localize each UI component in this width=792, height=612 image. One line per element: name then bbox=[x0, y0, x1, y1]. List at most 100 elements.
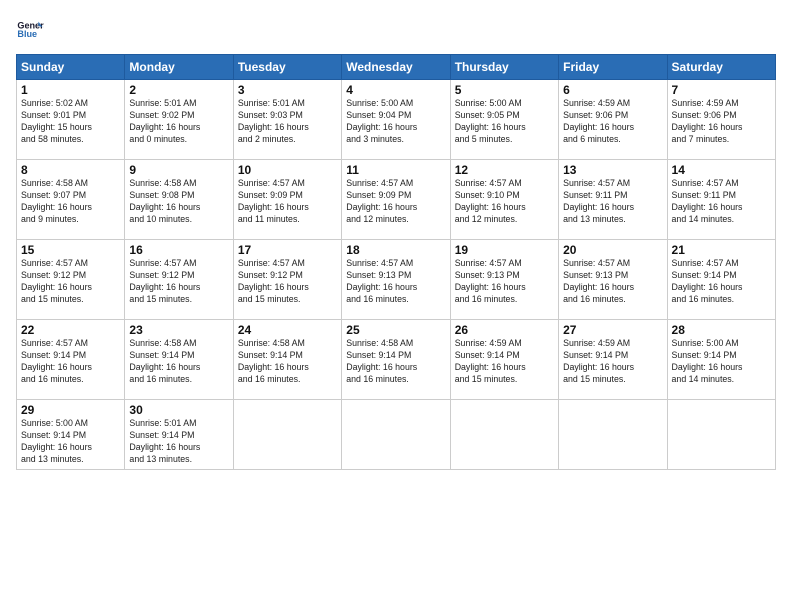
cell-day-number: 23 bbox=[129, 323, 228, 337]
calendar-cell: 20Sunrise: 4:57 AM Sunset: 9:13 PM Dayli… bbox=[559, 240, 667, 320]
cell-day-info: Sunrise: 4:57 AM Sunset: 9:09 PM Dayligh… bbox=[238, 178, 337, 226]
cell-day-info: Sunrise: 4:57 AM Sunset: 9:12 PM Dayligh… bbox=[129, 258, 228, 306]
calendar-cell: 17Sunrise: 4:57 AM Sunset: 9:12 PM Dayli… bbox=[233, 240, 341, 320]
cell-day-info: Sunrise: 5:01 AM Sunset: 9:14 PM Dayligh… bbox=[129, 418, 228, 466]
cell-day-number: 3 bbox=[238, 83, 337, 97]
weekday-header: Thursday bbox=[450, 55, 558, 80]
calendar-cell bbox=[559, 400, 667, 470]
cell-day-info: Sunrise: 4:57 AM Sunset: 9:10 PM Dayligh… bbox=[455, 178, 554, 226]
calendar-cell: 24Sunrise: 4:58 AM Sunset: 9:14 PM Dayli… bbox=[233, 320, 341, 400]
cell-day-number: 22 bbox=[21, 323, 120, 337]
calendar-cell: 27Sunrise: 4:59 AM Sunset: 9:14 PM Dayli… bbox=[559, 320, 667, 400]
weekday-header: Saturday bbox=[667, 55, 775, 80]
calendar-cell: 25Sunrise: 4:58 AM Sunset: 9:14 PM Dayli… bbox=[342, 320, 450, 400]
cell-day-number: 26 bbox=[455, 323, 554, 337]
cell-day-info: Sunrise: 4:57 AM Sunset: 9:13 PM Dayligh… bbox=[455, 258, 554, 306]
cell-day-number: 17 bbox=[238, 243, 337, 257]
cell-day-number: 6 bbox=[563, 83, 662, 97]
cell-day-info: Sunrise: 4:57 AM Sunset: 9:11 PM Dayligh… bbox=[672, 178, 771, 226]
calendar-cell: 12Sunrise: 4:57 AM Sunset: 9:10 PM Dayli… bbox=[450, 160, 558, 240]
cell-day-info: Sunrise: 4:57 AM Sunset: 9:13 PM Dayligh… bbox=[346, 258, 445, 306]
cell-day-number: 19 bbox=[455, 243, 554, 257]
calendar-cell: 30Sunrise: 5:01 AM Sunset: 9:14 PM Dayli… bbox=[125, 400, 233, 470]
cell-day-number: 10 bbox=[238, 163, 337, 177]
cell-day-number: 16 bbox=[129, 243, 228, 257]
calendar-cell: 23Sunrise: 4:58 AM Sunset: 9:14 PM Dayli… bbox=[125, 320, 233, 400]
cell-day-number: 7 bbox=[672, 83, 771, 97]
calendar-cell bbox=[450, 400, 558, 470]
calendar-cell: 5Sunrise: 5:00 AM Sunset: 9:05 PM Daylig… bbox=[450, 80, 558, 160]
calendar-cell: 18Sunrise: 4:57 AM Sunset: 9:13 PM Dayli… bbox=[342, 240, 450, 320]
cell-day-info: Sunrise: 5:02 AM Sunset: 9:01 PM Dayligh… bbox=[21, 98, 120, 146]
cell-day-info: Sunrise: 4:58 AM Sunset: 9:14 PM Dayligh… bbox=[346, 338, 445, 386]
logo: General Blue bbox=[16, 16, 44, 44]
calendar-cell: 16Sunrise: 4:57 AM Sunset: 9:12 PM Dayli… bbox=[125, 240, 233, 320]
cell-day-info: Sunrise: 4:58 AM Sunset: 9:14 PM Dayligh… bbox=[129, 338, 228, 386]
cell-day-number: 14 bbox=[672, 163, 771, 177]
header: General Blue bbox=[16, 16, 776, 44]
calendar-cell bbox=[342, 400, 450, 470]
calendar-cell: 10Sunrise: 4:57 AM Sunset: 9:09 PM Dayli… bbox=[233, 160, 341, 240]
calendar-cell bbox=[233, 400, 341, 470]
calendar-cell: 29Sunrise: 5:00 AM Sunset: 9:14 PM Dayli… bbox=[17, 400, 125, 470]
cell-day-number: 27 bbox=[563, 323, 662, 337]
calendar-cell: 14Sunrise: 4:57 AM Sunset: 9:11 PM Dayli… bbox=[667, 160, 775, 240]
cell-day-number: 5 bbox=[455, 83, 554, 97]
cell-day-number: 11 bbox=[346, 163, 445, 177]
cell-day-info: Sunrise: 4:58 AM Sunset: 9:14 PM Dayligh… bbox=[238, 338, 337, 386]
cell-day-number: 21 bbox=[672, 243, 771, 257]
cell-day-info: Sunrise: 5:00 AM Sunset: 9:14 PM Dayligh… bbox=[672, 338, 771, 386]
calendar-cell: 7Sunrise: 4:59 AM Sunset: 9:06 PM Daylig… bbox=[667, 80, 775, 160]
cell-day-info: Sunrise: 4:57 AM Sunset: 9:14 PM Dayligh… bbox=[672, 258, 771, 306]
cell-day-number: 25 bbox=[346, 323, 445, 337]
calendar-cell: 21Sunrise: 4:57 AM Sunset: 9:14 PM Dayli… bbox=[667, 240, 775, 320]
cell-day-info: Sunrise: 5:01 AM Sunset: 9:02 PM Dayligh… bbox=[129, 98, 228, 146]
cell-day-number: 2 bbox=[129, 83, 228, 97]
cell-day-number: 20 bbox=[563, 243, 662, 257]
calendar-cell: 2Sunrise: 5:01 AM Sunset: 9:02 PM Daylig… bbox=[125, 80, 233, 160]
calendar-cell bbox=[667, 400, 775, 470]
cell-day-info: Sunrise: 4:59 AM Sunset: 9:14 PM Dayligh… bbox=[563, 338, 662, 386]
cell-day-info: Sunrise: 4:57 AM Sunset: 9:11 PM Dayligh… bbox=[563, 178, 662, 226]
weekday-header: Sunday bbox=[17, 55, 125, 80]
cell-day-number: 1 bbox=[21, 83, 120, 97]
cell-day-number: 18 bbox=[346, 243, 445, 257]
calendar-cell: 3Sunrise: 5:01 AM Sunset: 9:03 PM Daylig… bbox=[233, 80, 341, 160]
cell-day-number: 28 bbox=[672, 323, 771, 337]
cell-day-info: Sunrise: 5:01 AM Sunset: 9:03 PM Dayligh… bbox=[238, 98, 337, 146]
cell-day-info: Sunrise: 4:57 AM Sunset: 9:09 PM Dayligh… bbox=[346, 178, 445, 226]
cell-day-number: 13 bbox=[563, 163, 662, 177]
cell-day-info: Sunrise: 4:57 AM Sunset: 9:12 PM Dayligh… bbox=[21, 258, 120, 306]
svg-text:Blue: Blue bbox=[17, 29, 37, 39]
logo-icon: General Blue bbox=[16, 16, 44, 44]
cell-day-info: Sunrise: 4:57 AM Sunset: 9:13 PM Dayligh… bbox=[563, 258, 662, 306]
cell-day-info: Sunrise: 4:59 AM Sunset: 9:06 PM Dayligh… bbox=[563, 98, 662, 146]
calendar-cell: 22Sunrise: 4:57 AM Sunset: 9:14 PM Dayli… bbox=[17, 320, 125, 400]
weekday-header: Wednesday bbox=[342, 55, 450, 80]
calendar-cell: 13Sunrise: 4:57 AM Sunset: 9:11 PM Dayli… bbox=[559, 160, 667, 240]
cell-day-info: Sunrise: 4:58 AM Sunset: 9:07 PM Dayligh… bbox=[21, 178, 120, 226]
cell-day-info: Sunrise: 4:58 AM Sunset: 9:08 PM Dayligh… bbox=[129, 178, 228, 226]
cell-day-info: Sunrise: 4:57 AM Sunset: 9:14 PM Dayligh… bbox=[21, 338, 120, 386]
weekday-header: Tuesday bbox=[233, 55, 341, 80]
cell-day-number: 12 bbox=[455, 163, 554, 177]
calendar-cell: 4Sunrise: 5:00 AM Sunset: 9:04 PM Daylig… bbox=[342, 80, 450, 160]
calendar-cell: 11Sunrise: 4:57 AM Sunset: 9:09 PM Dayli… bbox=[342, 160, 450, 240]
calendar-cell: 1Sunrise: 5:02 AM Sunset: 9:01 PM Daylig… bbox=[17, 80, 125, 160]
cell-day-number: 9 bbox=[129, 163, 228, 177]
cell-day-number: 15 bbox=[21, 243, 120, 257]
weekday-header: Friday bbox=[559, 55, 667, 80]
cell-day-number: 4 bbox=[346, 83, 445, 97]
calendar-cell: 28Sunrise: 5:00 AM Sunset: 9:14 PM Dayli… bbox=[667, 320, 775, 400]
cell-day-number: 30 bbox=[129, 403, 228, 417]
weekday-header: Monday bbox=[125, 55, 233, 80]
calendar-cell: 19Sunrise: 4:57 AM Sunset: 9:13 PM Dayli… bbox=[450, 240, 558, 320]
calendar: SundayMondayTuesdayWednesdayThursdayFrid… bbox=[16, 54, 776, 470]
calendar-cell: 8Sunrise: 4:58 AM Sunset: 9:07 PM Daylig… bbox=[17, 160, 125, 240]
cell-day-info: Sunrise: 5:00 AM Sunset: 9:05 PM Dayligh… bbox=[455, 98, 554, 146]
calendar-cell: 26Sunrise: 4:59 AM Sunset: 9:14 PM Dayli… bbox=[450, 320, 558, 400]
calendar-cell: 6Sunrise: 4:59 AM Sunset: 9:06 PM Daylig… bbox=[559, 80, 667, 160]
cell-day-info: Sunrise: 5:00 AM Sunset: 9:04 PM Dayligh… bbox=[346, 98, 445, 146]
cell-day-number: 29 bbox=[21, 403, 120, 417]
cell-day-info: Sunrise: 4:57 AM Sunset: 9:12 PM Dayligh… bbox=[238, 258, 337, 306]
